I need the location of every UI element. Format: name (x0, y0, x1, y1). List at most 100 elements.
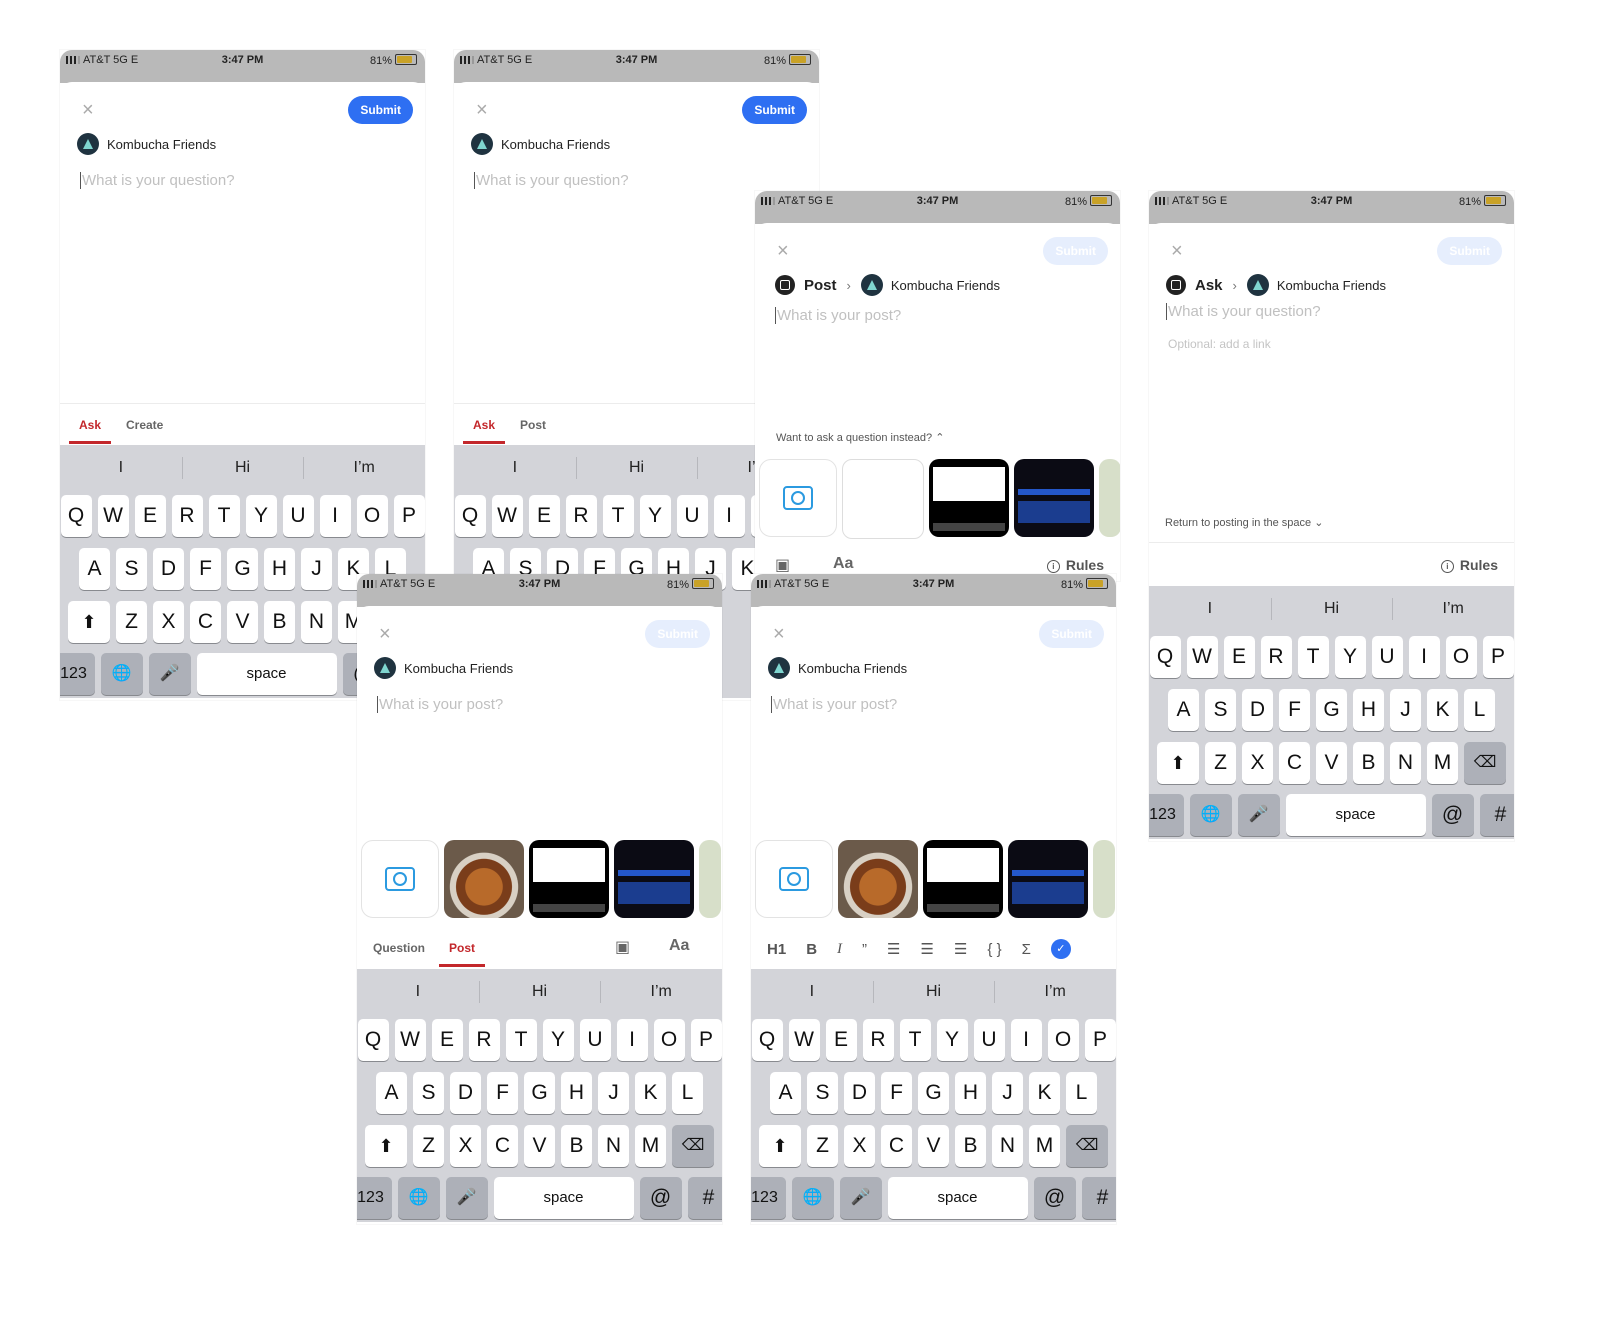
at-key[interactable]: @ (1033, 1177, 1076, 1219)
key[interactable]: G (918, 1072, 949, 1114)
key[interactable]: Z (413, 1125, 444, 1167)
submit-button[interactable]: Submit (645, 620, 710, 648)
key[interactable]: S (1205, 689, 1236, 731)
key[interactable]: Y (639, 495, 671, 537)
link-input[interactable]: Optional: add a link (1168, 337, 1271, 351)
key[interactable]: U (973, 1019, 1005, 1061)
align-icon[interactable]: ☰ (954, 940, 967, 958)
key[interactable]: L (1464, 689, 1495, 731)
image-icon[interactable]: ▣ (615, 937, 630, 957)
tab-ask[interactable]: Ask (462, 418, 506, 444)
key[interactable]: E (528, 495, 560, 537)
space-name[interactable]: Kombucha Friends (1277, 278, 1386, 293)
key[interactable]: R (862, 1019, 894, 1061)
key[interactable]: T (602, 495, 634, 537)
close-icon[interactable]: × (379, 624, 391, 644)
numbered-list-icon[interactable]: ☰ (887, 940, 900, 958)
key[interactable]: E (825, 1019, 857, 1061)
text-format-button[interactable]: Aa (669, 937, 689, 955)
key[interactable]: K (1427, 689, 1458, 731)
suggestion[interactable]: I (454, 445, 576, 491)
space-selector[interactable]: Kombucha Friends (77, 132, 216, 156)
key[interactable]: B (264, 601, 295, 643)
key[interactable]: Q (60, 495, 92, 537)
key[interactable]: T (1297, 636, 1329, 678)
submit-button[interactable]: Submit (1039, 620, 1104, 648)
key[interactable]: D (153, 548, 184, 590)
key[interactable]: L (672, 1072, 703, 1114)
key[interactable]: Z (116, 601, 147, 643)
collapse-toolbar-icon[interactable]: ✓ (1050, 939, 1071, 959)
key[interactable]: Y (1334, 636, 1366, 678)
key[interactable]: W (97, 495, 129, 537)
key[interactable]: J (992, 1072, 1023, 1114)
key[interactable]: R (468, 1019, 500, 1061)
suggestion[interactable]: I (357, 969, 479, 1015)
key[interactable]: Z (807, 1125, 838, 1167)
submit-button[interactable]: Submit (348, 96, 413, 124)
bold-button[interactable]: B (806, 941, 817, 958)
math-button[interactable]: Σ (1022, 941, 1031, 958)
mic-icon[interactable]: 🎤 (839, 1177, 882, 1219)
space-key[interactable]: space (887, 1177, 1028, 1219)
key[interactable]: K (1029, 1072, 1060, 1114)
bulleted-list-icon[interactable]: ☰ (920, 940, 933, 958)
key[interactable]: I (1010, 1019, 1042, 1061)
suggestion[interactable]: Hi (478, 969, 601, 1015)
camera-icon[interactable] (755, 840, 833, 918)
key[interactable]: G (227, 548, 258, 590)
suggestion[interactable]: I’m (303, 445, 425, 491)
key[interactable]: O (1445, 636, 1477, 678)
photo-thumbnail[interactable] (842, 459, 924, 539)
photo-thumbnail[interactable] (699, 840, 721, 918)
at-key[interactable]: @ (1431, 794, 1474, 836)
key[interactable]: E (134, 495, 166, 537)
space-selector[interactable]: Kombucha Friends (374, 656, 513, 680)
italic-button[interactable]: I (837, 941, 842, 958)
tab-ask[interactable]: Ask (68, 418, 112, 444)
key[interactable]: S (807, 1072, 838, 1114)
key[interactable]: H (264, 548, 295, 590)
key[interactable]: Y (936, 1019, 968, 1061)
key[interactable]: D (450, 1072, 481, 1114)
shift-key[interactable]: ⬆ (759, 1125, 801, 1167)
key[interactable]: M (1427, 742, 1458, 784)
key[interactable]: Q (1149, 636, 1181, 678)
globe-icon[interactable]: 🌐 (397, 1177, 440, 1219)
key[interactable]: O (653, 1019, 685, 1061)
photo-thumbnail[interactable] (838, 840, 918, 918)
type-label[interactable]: Post (804, 277, 837, 294)
key[interactable]: G (524, 1072, 555, 1114)
key[interactable]: J (301, 548, 332, 590)
key[interactable]: O (356, 495, 388, 537)
photo-thumbnail[interactable] (1014, 459, 1094, 537)
suggestion[interactable]: I (751, 969, 873, 1015)
suggestion[interactable]: I’m (994, 969, 1116, 1015)
question-input[interactable]: What is your question? (80, 172, 235, 189)
key[interactable]: M (1029, 1125, 1060, 1167)
globe-icon[interactable]: 🌐 (1189, 794, 1232, 836)
key[interactable]: H (955, 1072, 986, 1114)
key[interactable]: X (844, 1125, 875, 1167)
key[interactable]: X (450, 1125, 481, 1167)
key[interactable]: J (598, 1072, 629, 1114)
tab-question[interactable]: Question (373, 941, 425, 955)
key[interactable]: C (1279, 742, 1310, 784)
switch-to-question-link[interactable]: Want to ask a question instead? ⌃ (776, 431, 944, 444)
key[interactable]: Y (245, 495, 277, 537)
tab-post[interactable]: Post (438, 941, 486, 967)
key[interactable]: N (301, 601, 332, 643)
tab-create[interactable]: Create (126, 418, 163, 432)
key[interactable]: H (1353, 689, 1384, 731)
photo-thumbnail[interactable] (1099, 459, 1120, 537)
key[interactable]: V (524, 1125, 555, 1167)
key[interactable]: X (153, 601, 184, 643)
key[interactable]: F (1279, 689, 1310, 731)
hash-key[interactable]: # (1479, 794, 1514, 836)
image-icon[interactable]: ▣ (775, 555, 790, 575)
key[interactable]: P (690, 1019, 722, 1061)
key[interactable]: A (1168, 689, 1199, 731)
suggestion[interactable]: Hi (181, 445, 304, 491)
key[interactable]: P (1482, 636, 1514, 678)
hash-key[interactable]: # (1081, 1177, 1116, 1219)
